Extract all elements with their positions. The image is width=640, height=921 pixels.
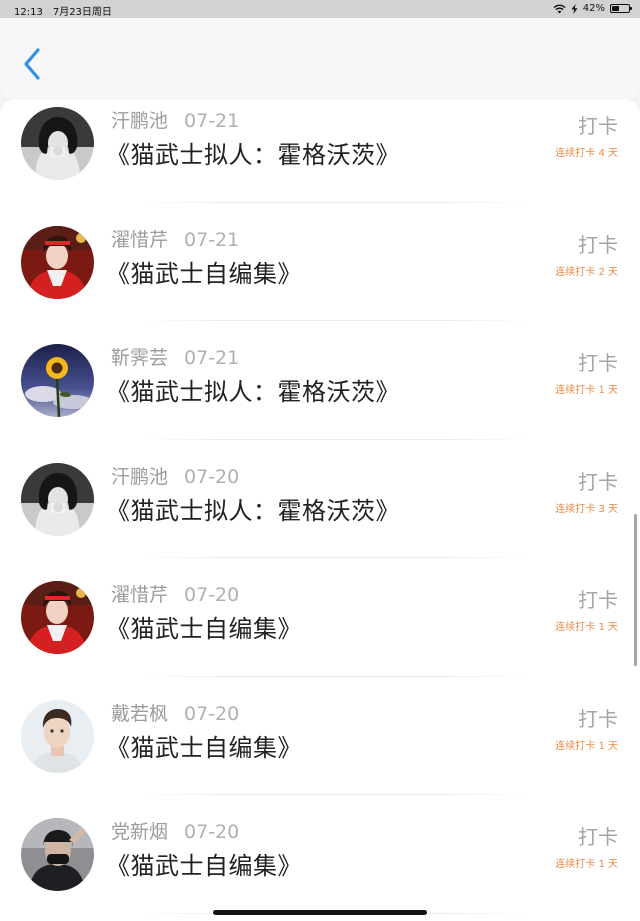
book-title[interactable]: 《猫武士拟人：霍格沃茨》 [106,372,400,407]
book-title[interactable]: 《猫武士自编集》 [106,254,302,289]
streak-label: 连续打卡 1 天 [555,859,618,870]
book-title[interactable]: 《猫武士拟人：霍格沃茨》 [106,491,400,526]
user-meta: 汗鹏池 07-20 [111,462,239,489]
avatar[interactable] [21,699,94,773]
checkin-label: 打卡 [578,232,618,257]
streak-label: 连续打卡 4 天 [555,148,618,159]
streak-label: 连续打卡 3 天 [555,503,618,515]
user-name[interactable]: 濯惜芹 [111,229,168,251]
wifi-icon [553,4,566,13]
avatar[interactable] [21,107,94,180]
list-item[interactable]: 濯惜芹 07-21 《猫武士自编集》 打卡连续打卡 2 天 [0,203,640,322]
user-name[interactable]: 戴若枫 [111,703,168,725]
avatar[interactable] [21,462,94,536]
checkin-list-container[interactable]: 汗鹏池 07-21 《猫武士拟人：霍格沃茨》 打卡 连续打卡 4 天濯惜芹 07-21 《猫… [0,100,640,921]
user-meta: 濯惜芹 07-21 [111,225,239,252]
checkin-label: 打卡 [578,469,618,494]
battery-percent: 42% [582,3,605,14]
status-left: 12:13 7月23日周日 [14,3,122,18]
post-date: 07-20 [184,584,240,606]
home-indicator[interactable] [213,910,427,915]
book-title[interactable]: 《猫武士自编集》 [106,609,302,644]
streak-label: 连续打卡 1 天 [555,622,618,633]
battery-icon [610,4,632,13]
post-date: 07-21 [184,110,240,132]
checkin-label: 打卡 [578,706,618,731]
status-bar: 12:13 7月23日周日 42% [0,0,640,18]
post-date: 07-20 [184,821,240,843]
post-date: 07-20 [184,465,240,488]
user-name[interactable]: 汗鹏池 [111,110,168,132]
avatar[interactable] [21,344,94,417]
checkin-label: 打卡 [578,825,618,849]
book-title[interactable]: 《猫武士拟人：霍格沃茨》 [106,135,400,170]
streak-label: 连续打卡 1 天 [555,740,618,752]
list-item[interactable]: 靳霁芸 07-21 《猫武士拟人：霍格沃茨》 打卡连续打卡 1 天 [0,321,640,440]
list-item[interactable]: 党新烟 07-20 《猫武士自编集》 打卡连续打卡 1 天 [0,795,640,914]
user-meta: 戴若枫 07-20 [111,699,239,726]
user-meta: 靳霁芸 07-21 [111,343,239,370]
book-title[interactable]: 《猫武士自编集》 [106,728,302,763]
list-item[interactable]: 戴若枫 07-20 《猫武士自编集》 打卡连续打卡 1 天 [0,677,640,796]
user-name[interactable]: 汗鹏池 [111,466,168,488]
avatar[interactable] [21,818,94,891]
scrollbar[interactable] [634,514,637,666]
post-date: 07-20 [184,702,240,725]
avatar[interactable] [21,581,94,654]
status-right: 42% [553,3,632,14]
nav-bar [0,18,640,100]
user-meta: 汗鹏池 07-21 [111,106,239,133]
checkin-list: 汗鹏池 07-21 《猫武士拟人：霍格沃茨》 打卡 连续打卡 4 天濯惜芹 07-21 《猫… [0,100,640,914]
list-item[interactable]: 汗鹏池 07-20 《猫武士拟人：霍格沃茨》 打卡连续打卡 3 天 [0,440,640,559]
user-name[interactable]: 靳霁芸 [111,347,168,369]
list-item[interactable]: 濯惜芹 07-20 《猫武士自编集》 打卡连续打卡 1 天 [0,558,640,677]
status-time: 12:13 [14,7,43,18]
battery-fill [612,6,619,11]
chevron-left-icon [24,48,40,80]
streak-label: 连续打卡 1 天 [555,385,618,396]
list-item[interactable]: 汗鹏池 07-21 《猫武士拟人：霍格沃茨》 打卡连续打卡 4 天 [0,100,640,203]
avatar[interactable] [21,225,94,299]
streak-label: 连续打卡 2 天 [555,266,618,278]
charging-icon [571,3,578,14]
user-meta: 党新烟 07-20 [111,817,239,844]
post-date: 07-21 [184,228,240,251]
checkin-label: 打卡 [578,351,618,375]
checkin-label: 打卡 [578,114,618,138]
user-meta: 濯惜芹 07-20 [111,580,239,607]
back-button[interactable] [18,46,48,82]
book-title[interactable]: 《猫武士自编集》 [106,846,302,881]
user-name[interactable]: 濯惜芹 [111,584,168,606]
status-date: 7月23日周日 [52,7,112,18]
user-name[interactable]: 党新烟 [111,821,168,843]
post-date: 07-21 [184,347,240,369]
checkin-label: 打卡 [578,588,618,612]
